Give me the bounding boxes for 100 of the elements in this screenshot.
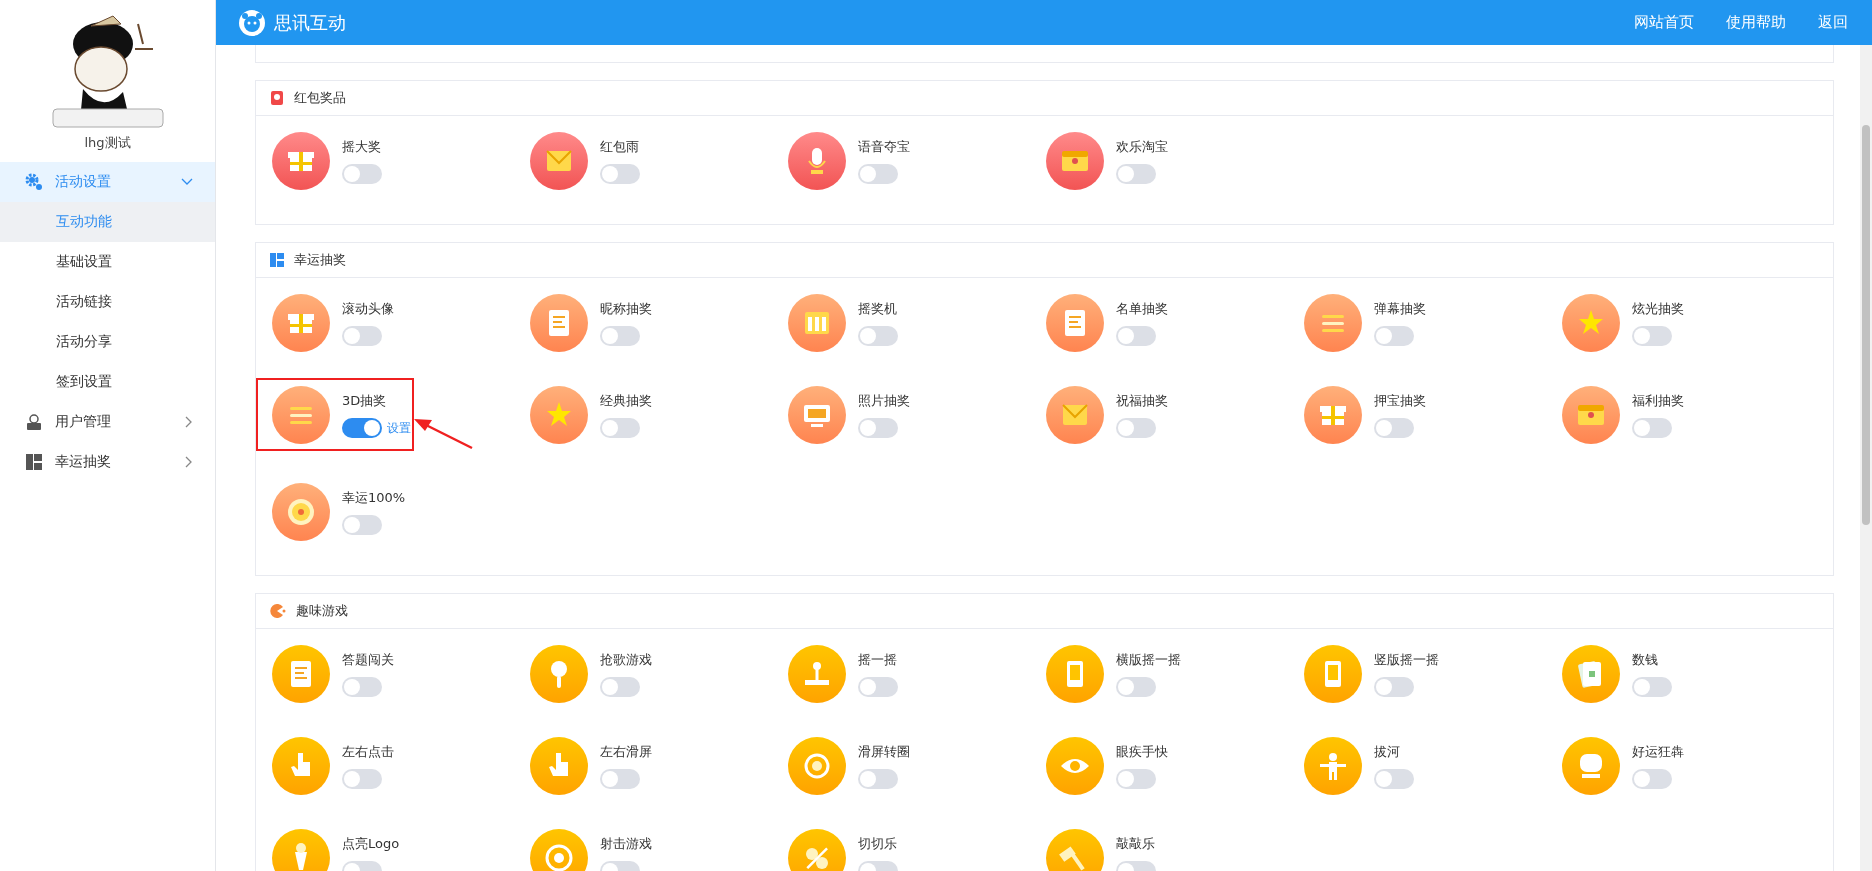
toggle-switch[interactable] xyxy=(342,418,382,438)
menu-item[interactable]: 用户管理 xyxy=(0,402,215,442)
feature-title: 语音夺宝 xyxy=(858,138,910,156)
toggle-switch[interactable] xyxy=(1632,677,1672,697)
hand-icon xyxy=(530,737,588,795)
toggle-switch[interactable] xyxy=(342,515,382,535)
toggle-switch[interactable] xyxy=(600,164,640,184)
feature-title: 切切乐 xyxy=(858,835,898,853)
torch-icon xyxy=(272,829,330,871)
feature-title: 数钱 xyxy=(1632,651,1659,669)
submenu-item[interactable]: 基础设置 xyxy=(0,242,215,282)
toggle-switch[interactable] xyxy=(342,677,382,697)
chevron-right-icon xyxy=(185,416,193,428)
settings-link[interactable]: 设置 xyxy=(387,419,411,437)
toggle-switch[interactable] xyxy=(1374,769,1414,789)
section-title: 趣味游戏 xyxy=(296,602,348,620)
envelope-icon xyxy=(1046,386,1104,444)
toggle-switch[interactable] xyxy=(342,769,382,789)
chevron-right-icon xyxy=(185,456,193,468)
feature-title: 拔河 xyxy=(1374,743,1401,761)
toggle-switch[interactable] xyxy=(600,677,640,697)
section-title: 幸运抽奖 xyxy=(294,251,346,269)
user-name: lhg测试 xyxy=(84,134,131,152)
toggle-switch[interactable] xyxy=(342,164,382,184)
hammer-icon xyxy=(1046,829,1104,871)
list-icon xyxy=(272,386,330,444)
toggle-switch[interactable] xyxy=(858,769,898,789)
eye-icon xyxy=(1046,737,1104,795)
grid-icon xyxy=(270,253,284,267)
grid-icon xyxy=(788,294,846,352)
toggle-switch[interactable] xyxy=(858,164,898,184)
feature-title: 福利抽奖 xyxy=(1632,392,1684,410)
user-icon xyxy=(26,414,42,430)
feature-title: 摇大奖 xyxy=(342,138,382,156)
toggle-switch[interactable] xyxy=(858,326,898,346)
toggle-switch[interactable] xyxy=(1116,326,1156,346)
feature-title: 左右滑屏 xyxy=(600,743,652,761)
stars-icon xyxy=(530,386,588,444)
toggle-switch[interactable] xyxy=(1632,418,1672,438)
document-icon xyxy=(272,645,330,703)
toggle-switch[interactable] xyxy=(1116,418,1156,438)
pointer-arrow xyxy=(414,418,474,450)
toggle-switch[interactable] xyxy=(1116,769,1156,789)
chest-icon xyxy=(1562,386,1620,444)
feature-title: 横版摇一摇 xyxy=(1116,651,1181,669)
toggle-switch[interactable] xyxy=(858,418,898,438)
feature-title: 昵称抽奖 xyxy=(600,300,652,318)
toggle-switch[interactable] xyxy=(1116,677,1156,697)
feature-title: 祝福抽奖 xyxy=(1116,392,1168,410)
toggle-switch[interactable] xyxy=(600,326,640,346)
menu-item[interactable]: 幸运抽奖 xyxy=(0,442,215,482)
app-title: 思讯互动 xyxy=(274,10,346,35)
toggle-switch[interactable] xyxy=(1374,418,1414,438)
feature-title: 左右点击 xyxy=(342,743,394,761)
submenu-item[interactable]: 签到设置 xyxy=(0,362,215,402)
target-icon xyxy=(530,829,588,871)
document-icon xyxy=(530,294,588,352)
feature-title: 弹幕抽奖 xyxy=(1374,300,1426,318)
toggle-switch[interactable] xyxy=(1374,326,1414,346)
feature-title: 名单抽奖 xyxy=(1116,300,1168,318)
feature-title: 好运狂犇 xyxy=(1632,743,1684,761)
feature-title: 答题闯关 xyxy=(342,651,394,669)
scrollbar[interactable] xyxy=(1860,45,1872,871)
submenu-item[interactable]: 活动分享 xyxy=(0,322,215,362)
figure-icon xyxy=(1304,737,1362,795)
stars-icon xyxy=(1562,294,1620,352)
gift-icon xyxy=(272,132,330,190)
feature-title: 滚动头像 xyxy=(342,300,394,318)
grid-icon xyxy=(26,454,42,470)
toggle-switch[interactable] xyxy=(1374,677,1414,697)
pin-icon xyxy=(530,645,588,703)
toggle-switch[interactable] xyxy=(600,418,640,438)
slash-icon xyxy=(788,829,846,871)
list-icon xyxy=(1304,294,1362,352)
feature-title: 照片抽奖 xyxy=(858,392,910,410)
envelope-icon xyxy=(530,132,588,190)
feature-title: 摇一摇 xyxy=(858,651,898,669)
feature-title: 点亮Logo xyxy=(342,835,400,853)
toggle-switch[interactable] xyxy=(1116,164,1156,184)
toggle-switch[interactable] xyxy=(858,677,898,697)
gift-icon xyxy=(1304,386,1362,444)
microphone-icon xyxy=(788,132,846,190)
feature-title: 射击游戏 xyxy=(600,835,652,853)
hand-icon xyxy=(272,737,330,795)
toggle-switch[interactable] xyxy=(1632,326,1672,346)
coin-icon xyxy=(272,483,330,541)
feature-title: 抢歌游戏 xyxy=(600,651,652,669)
bear-logo-icon xyxy=(238,8,266,37)
toggle-switch[interactable] xyxy=(1632,769,1672,789)
feature-title: 红包雨 xyxy=(600,138,640,156)
feature-title: 3D抽奖 xyxy=(342,392,388,410)
chevron-down-icon xyxy=(181,178,193,186)
envelope-icon xyxy=(270,91,284,105)
feature-title: 摇奖机 xyxy=(858,300,898,318)
submenu-item[interactable]: 活动链接 xyxy=(0,282,215,322)
phone-icon xyxy=(1304,645,1362,703)
feature-title: 滑屏转圈 xyxy=(858,743,910,761)
cards-icon xyxy=(1562,645,1620,703)
toggle-switch[interactable] xyxy=(342,326,382,346)
toggle-switch[interactable] xyxy=(600,769,640,789)
